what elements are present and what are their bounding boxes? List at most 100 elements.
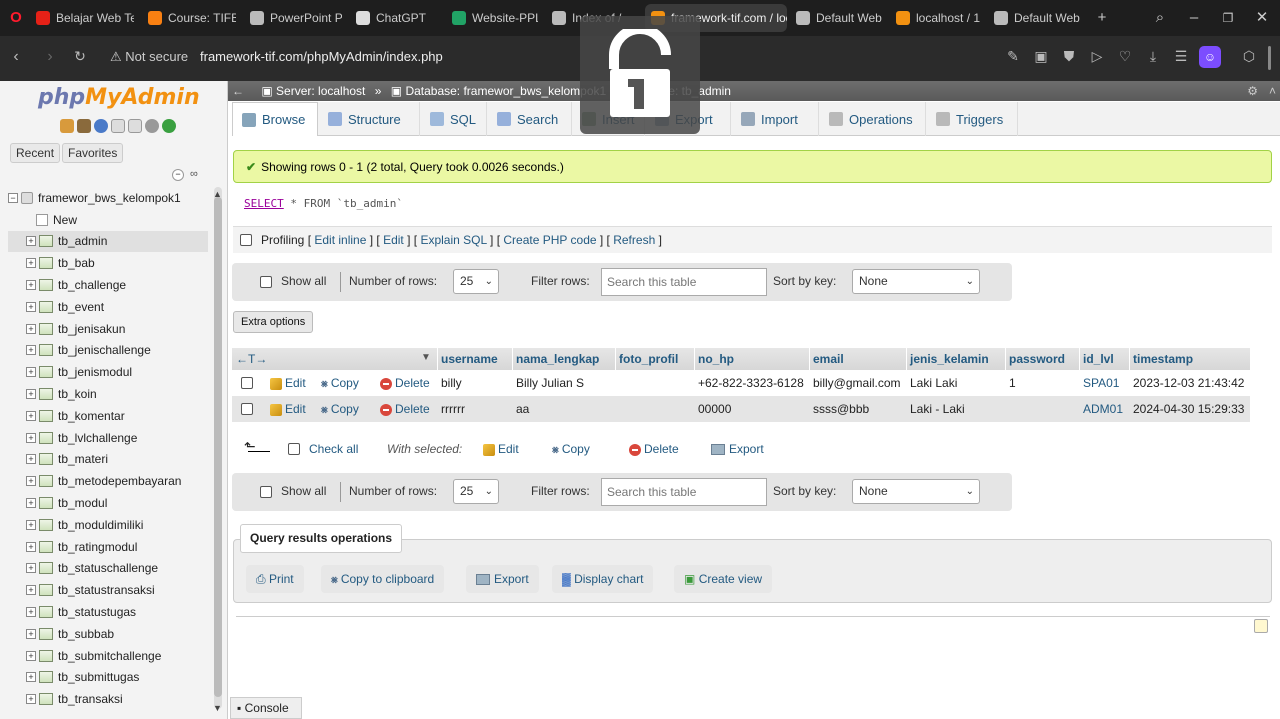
column-header-email[interactable]: email: [813, 352, 844, 366]
expand-icon[interactable]: +: [26, 323, 36, 334]
expand-icon[interactable]: +: [26, 476, 36, 487]
expand-icon[interactable]: +: [26, 694, 36, 705]
edit-page-icon[interactable]: ✎: [1003, 48, 1023, 65]
cell-no-hp[interactable]: 00000: [698, 402, 731, 416]
tab-triggers[interactable]: Triggers: [927, 102, 1018, 136]
reload-icon[interactable]: ↻: [70, 48, 90, 65]
cell-id-lvl[interactable]: SPA01: [1083, 376, 1119, 390]
sidebar-table-tb-admin[interactable]: + tb_admin: [8, 230, 208, 253]
new-tab-icon[interactable]: +: [1092, 8, 1112, 28]
check-all-checkbox[interactable]: [288, 443, 300, 455]
expand-icon[interactable]: +: [26, 607, 36, 618]
bookmark-icon[interactable]: [1254, 619, 1268, 633]
column-header-password[interactable]: password: [1009, 352, 1065, 366]
breadcrumb-database[interactable]: ▣ Database: framewor_bws_kelompok1: [391, 81, 606, 101]
expand-icon[interactable]: +: [26, 541, 36, 552]
shield-icon[interactable]: ⛊: [1059, 48, 1079, 65]
expand-icon[interactable]: +: [26, 345, 36, 356]
sql-query[interactable]: SELECT * FROM `tb_admin`: [244, 197, 403, 210]
close-window-icon[interactable]: ✕: [1252, 8, 1272, 28]
settings-gear-icon[interactable]: [145, 119, 159, 133]
sidebar-table-tb-statustransaksi[interactable]: + tb_statustransaksi: [8, 579, 208, 601]
collapse-all-icon[interactable]: −: [172, 169, 184, 181]
phpmyadmin-logo[interactable]: phpMyAdmin: [38, 85, 200, 110]
refresh-link[interactable]: Refresh: [613, 233, 655, 247]
sort-select[interactable]: None ⌄: [852, 479, 980, 504]
column-header-jenis-kelamin[interactable]: jenis_kelamin: [910, 352, 989, 366]
expand-icon[interactable]: +: [26, 498, 36, 509]
profiling-checkbox[interactable]: [240, 234, 252, 246]
sidebar-table-tb-koin[interactable]: + tb_koin: [8, 383, 208, 405]
column-header-no-hp[interactable]: no_hp: [698, 352, 734, 366]
expand-icon[interactable]: +: [26, 585, 36, 596]
help-icon[interactable]: [94, 119, 108, 133]
sidebar-table-tb-submittugas[interactable]: + tb_submittugas: [8, 667, 208, 689]
sidebar-table-tb-komentar[interactable]: + tb_komentar: [8, 405, 208, 427]
create-php-code-link[interactable]: Create PHP code: [503, 233, 596, 247]
row-checkbox[interactable]: [241, 377, 253, 389]
play-icon[interactable]: ▷: [1087, 48, 1107, 65]
print-button[interactable]: ⎙ Print: [246, 565, 304, 593]
expand-icon[interactable]: +: [26, 280, 36, 291]
url-field[interactable]: framework-tif.com/phpMyAdmin/index.php: [200, 49, 443, 64]
sidebar-table-tb-jenismodul[interactable]: + tb_jenismodul: [8, 361, 208, 383]
create-view-button[interactable]: ▣ Create view: [674, 565, 773, 593]
rows-select[interactable]: 25 ⌄: [453, 479, 499, 504]
sort-dropdown-icon[interactable]: ▼: [421, 352, 431, 363]
expand-icon[interactable]: +: [26, 410, 36, 421]
row-checkbox[interactable]: [241, 403, 253, 415]
show-all-checkbox[interactable]: [260, 276, 272, 288]
tab-import[interactable]: Import: [732, 102, 819, 136]
expand-icon[interactable]: +: [26, 650, 36, 661]
display-chart-button[interactable]: ▓ Display chart: [552, 565, 654, 593]
camera-icon[interactable]: ▣: [1031, 48, 1051, 65]
sidebar-scroll-thumb[interactable]: [214, 197, 222, 697]
show-all-label[interactable]: Show all: [281, 274, 326, 288]
sidebar-table-tb-materi[interactable]: + tb_materi: [8, 449, 208, 471]
tab-sql[interactable]: SQL: [421, 102, 487, 136]
extra-options-button[interactable]: Extra options: [233, 311, 314, 333]
sidebar-table-tb-jenischallenge[interactable]: + tb_jenischallenge: [8, 340, 208, 362]
sidebar-table-tb-ratingmodul[interactable]: + tb_ratingmodul: [8, 536, 208, 558]
copy-clipboard-button[interactable]: ⨳ Copy to clipboard: [321, 565, 445, 593]
tab-browse[interactable]: Browse: [232, 102, 318, 136]
back-icon[interactable]: ‹: [6, 48, 26, 66]
bulk-export-button[interactable]: Export: [711, 442, 764, 456]
sidebar-table-tb-challenge[interactable]: + tb_challenge: [8, 274, 208, 296]
cell-password[interactable]: 1: [1009, 376, 1016, 390]
easy-setup-icon[interactable]: ☰: [1171, 48, 1191, 65]
favorites-button[interactable]: Favorites: [62, 143, 124, 163]
cell-nama-lengkap[interactable]: aa: [516, 402, 529, 416]
not-secure-warning[interactable]: ⚠ Not secure: [110, 49, 188, 65]
expand-icon[interactable]: +: [26, 454, 36, 465]
bulk-edit-button[interactable]: Edit: [483, 442, 519, 456]
cell-nama-lengkap[interactable]: Billy Julian S: [516, 376, 584, 390]
cell-timestamp[interactable]: 2024-04-30 15:29:33: [1133, 402, 1244, 416]
row-copy-button[interactable]: ⨳ Copy: [321, 402, 359, 417]
sidebar-table-tb-event[interactable]: + tb_event: [8, 296, 208, 318]
docs-icon[interactable]: [111, 119, 125, 133]
sidebar-table-tb-bab[interactable]: + tb_bab: [8, 252, 208, 274]
collapse-icon[interactable]: −: [8, 192, 18, 203]
cell-email[interactable]: billy@gmail.com: [813, 376, 901, 390]
show-all-checkbox[interactable]: [260, 486, 272, 498]
sidebar-table-tb-statustugas[interactable]: + tb_statustugas: [8, 601, 208, 623]
browser-tab[interactable]: Course: TIFBW: [142, 4, 236, 32]
column-header-id-lvl[interactable]: id_lvl: [1083, 352, 1114, 366]
collapse-top-icon[interactable]: ˄: [1269, 81, 1276, 101]
expand-icon[interactable]: +: [26, 432, 36, 443]
column-arrows-icon[interactable]: ←T→: [236, 352, 267, 366]
sidebar-table-tb-lvlchallenge[interactable]: + tb_lvlchallenge: [8, 427, 208, 449]
browser-tab[interactable]: localhost / 12: [890, 4, 980, 32]
extensions-icon[interactable]: ⬡: [1239, 48, 1259, 65]
expand-icon[interactable]: +: [26, 628, 36, 639]
sidebar-table-tb-subbab[interactable]: + tb_subbab: [8, 623, 208, 645]
column-header-username[interactable]: username: [441, 352, 498, 366]
cell-jenis-kelamin[interactable]: Laki Laki: [910, 376, 957, 390]
browser-tab[interactable]: Default Web S: [790, 4, 882, 32]
download-icon[interactable]: ⤓: [1143, 48, 1163, 65]
tree-database[interactable]: − framewor_bws_kelompok1: [8, 187, 208, 209]
sidebar-table-tb-submitchallenge[interactable]: + tb_submitchallenge: [8, 645, 208, 667]
browser-tab[interactable]: Belajar Web Te: [30, 4, 134, 32]
heart-icon[interactable]: ♡: [1115, 48, 1135, 65]
